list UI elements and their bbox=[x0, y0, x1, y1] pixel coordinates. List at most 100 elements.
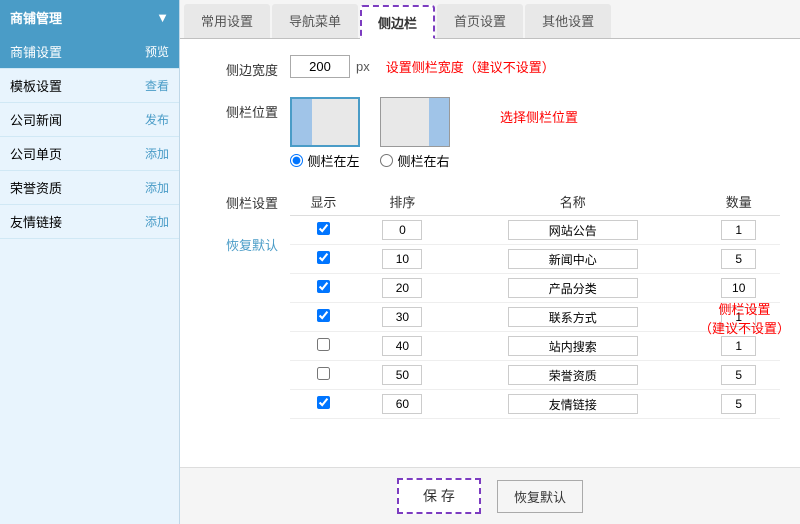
row-6-name-input[interactable] bbox=[508, 394, 638, 414]
tab-4[interactable]: 其他设置 bbox=[525, 4, 611, 38]
sidebar-item-action-1: 查看 bbox=[145, 77, 169, 94]
sidebar-title: 商铺管理 bbox=[10, 8, 62, 27]
row-3-checkbox[interactable] bbox=[317, 309, 330, 322]
col-header-order: 排序 bbox=[357, 188, 448, 216]
sidebar-item-label-5: 友情链接 bbox=[10, 212, 62, 231]
row-6-qty-input[interactable] bbox=[721, 394, 756, 414]
row-2-name-input[interactable] bbox=[508, 278, 638, 298]
sidebar-item-2[interactable]: 公司新闻发布 bbox=[0, 103, 179, 137]
row-0-name-input[interactable] bbox=[508, 220, 638, 240]
width-content: px 设置侧栏宽度（建议不设置） bbox=[290, 55, 780, 78]
row-5-order-input[interactable] bbox=[382, 365, 422, 385]
row-4-order-input[interactable] bbox=[382, 336, 422, 356]
table-row bbox=[290, 245, 780, 274]
position-right-radio-row: 侧栏在右 bbox=[380, 151, 449, 170]
main-content: 常用设置导航菜单侧边栏首页设置其他设置 侧边宽度 px 设置侧栏宽度（建议不设置… bbox=[180, 0, 800, 524]
sidebar-item-label-1: 模板设置 bbox=[10, 76, 62, 95]
row-4-order-cell bbox=[357, 332, 448, 361]
width-label: 侧边宽度 bbox=[200, 55, 290, 79]
col-header-qty: 数量 bbox=[697, 188, 780, 216]
position-right-preview: 侧栏在右 bbox=[380, 97, 450, 170]
tab-0[interactable]: 常用设置 bbox=[184, 4, 270, 38]
tab-1[interactable]: 导航菜单 bbox=[272, 4, 358, 38]
row-0-qty-cell bbox=[697, 216, 780, 245]
row-4-check-cell bbox=[290, 332, 357, 361]
row-5-order-cell bbox=[357, 361, 448, 390]
row-4-qty-input[interactable] bbox=[721, 336, 756, 356]
layout-right-box[interactable] bbox=[380, 97, 450, 147]
row-1-order-input[interactable] bbox=[382, 249, 422, 269]
row-1-qty-input[interactable] bbox=[721, 249, 756, 269]
col-header-name: 名称 bbox=[448, 188, 697, 216]
sidebar-item-3[interactable]: 公司单页 添加 bbox=[0, 137, 179, 171]
row-3-check-cell bbox=[290, 303, 357, 332]
row-6-order-cell bbox=[357, 390, 448, 419]
row-2-qty-input[interactable] bbox=[721, 278, 756, 298]
sidebar-item-label-0: 商铺设置 bbox=[10, 42, 62, 61]
row-5-check-cell bbox=[290, 361, 357, 390]
row-1-name-cell bbox=[448, 245, 697, 274]
row-2-checkbox[interactable] bbox=[317, 280, 330, 293]
width-hint: 设置侧栏宽度（建议不设置） bbox=[386, 57, 555, 76]
tab-3[interactable]: 首页设置 bbox=[437, 4, 523, 38]
restore-default-link[interactable]: 恢复默认 bbox=[226, 235, 278, 254]
row-4-checkbox[interactable] bbox=[317, 338, 330, 351]
right-sidebar-hint: 侧栏设置 （建议不设置） bbox=[699, 299, 790, 337]
row-6-checkbox[interactable] bbox=[317, 396, 330, 409]
col-header-display: 显示 bbox=[290, 188, 357, 216]
row-5-qty-input[interactable] bbox=[721, 365, 756, 385]
row-0-order-input[interactable] bbox=[382, 220, 422, 240]
table-row bbox=[290, 390, 780, 419]
save-button[interactable]: 保 存 bbox=[397, 478, 481, 514]
tab-bar: 常用设置导航菜单侧边栏首页设置其他设置 bbox=[180, 0, 800, 39]
row-2-order-cell bbox=[357, 274, 448, 303]
row-0-checkbox[interactable] bbox=[317, 222, 330, 235]
row-0-check-cell bbox=[290, 216, 357, 245]
sidebar-header: 商铺管理 ▼ bbox=[0, 0, 179, 35]
sidebar-item-5[interactable]: 友情链接 添加 bbox=[0, 205, 179, 239]
row-6-check-cell bbox=[290, 390, 357, 419]
layout-left-box[interactable] bbox=[290, 97, 360, 147]
width-row: 侧边宽度 px 设置侧栏宽度（建议不设置） bbox=[200, 55, 780, 79]
position-right-label: 侧栏在右 bbox=[397, 151, 449, 170]
row-5-name-cell bbox=[448, 361, 697, 390]
row-1-qty-cell bbox=[697, 245, 780, 274]
row-2-order-input[interactable] bbox=[382, 278, 422, 298]
sidebar-settings-label: 侧栏设置 恢复默认 bbox=[200, 188, 290, 254]
row-5-name-input[interactable] bbox=[508, 365, 638, 385]
row-0-qty-input[interactable] bbox=[721, 220, 756, 240]
width-unit: px bbox=[356, 59, 370, 74]
row-3-order-input[interactable] bbox=[382, 307, 422, 327]
sidebar-item-label-3: 公司单页 bbox=[10, 144, 62, 163]
table-row bbox=[290, 216, 780, 245]
position-left-preview: 侧栏在左 bbox=[290, 97, 360, 170]
sidebar: 商铺管理 ▼ 商铺设置预览模板设置查看公司新闻发布公司单页添加荣誉资质添加友情链… bbox=[0, 0, 180, 524]
restore-button[interactable]: 恢复默认 bbox=[497, 480, 583, 513]
sidebar-item-4[interactable]: 荣誉资质添加 bbox=[0, 171, 179, 205]
position-right-radio[interactable] bbox=[380, 154, 393, 167]
sidebar-item-0[interactable]: 商铺设置预览 bbox=[0, 35, 179, 69]
sidebar-item-action-3: 添加 bbox=[145, 145, 169, 162]
sidebar-item-label-2: 公司新闻 bbox=[10, 110, 62, 129]
bottom-bar: 保 存 恢复默认 bbox=[180, 467, 800, 524]
sidebar-item-1[interactable]: 模板设置 查看 bbox=[0, 69, 179, 103]
row-6-name-cell bbox=[448, 390, 697, 419]
position-left-radio-row: 侧栏在左 bbox=[290, 151, 359, 170]
row-4-name-input[interactable] bbox=[508, 336, 638, 356]
row-6-order-input[interactable] bbox=[382, 394, 422, 414]
width-input[interactable] bbox=[290, 55, 350, 78]
row-5-qty-cell bbox=[697, 361, 780, 390]
row-3-name-input[interactable] bbox=[508, 307, 638, 327]
row-6-qty-cell bbox=[697, 390, 780, 419]
position-hint: 选择侧栏位置 bbox=[500, 107, 578, 126]
sidebar-settings-row: 侧栏设置 恢复默认 显示 排序 名称 数量 bbox=[200, 188, 780, 419]
position-row: 侧栏位置 侧栏在左 bbox=[200, 97, 780, 170]
row-1-name-input[interactable] bbox=[508, 249, 638, 269]
position-label: 侧栏位置 bbox=[200, 97, 290, 121]
position-left-radio[interactable] bbox=[290, 154, 303, 167]
row-5-checkbox[interactable] bbox=[317, 367, 330, 380]
sidebar-item-action-5: 添加 bbox=[145, 213, 169, 230]
row-2-check-cell bbox=[290, 274, 357, 303]
tab-2[interactable]: 侧边栏 bbox=[360, 5, 435, 39]
row-1-checkbox[interactable] bbox=[317, 251, 330, 264]
